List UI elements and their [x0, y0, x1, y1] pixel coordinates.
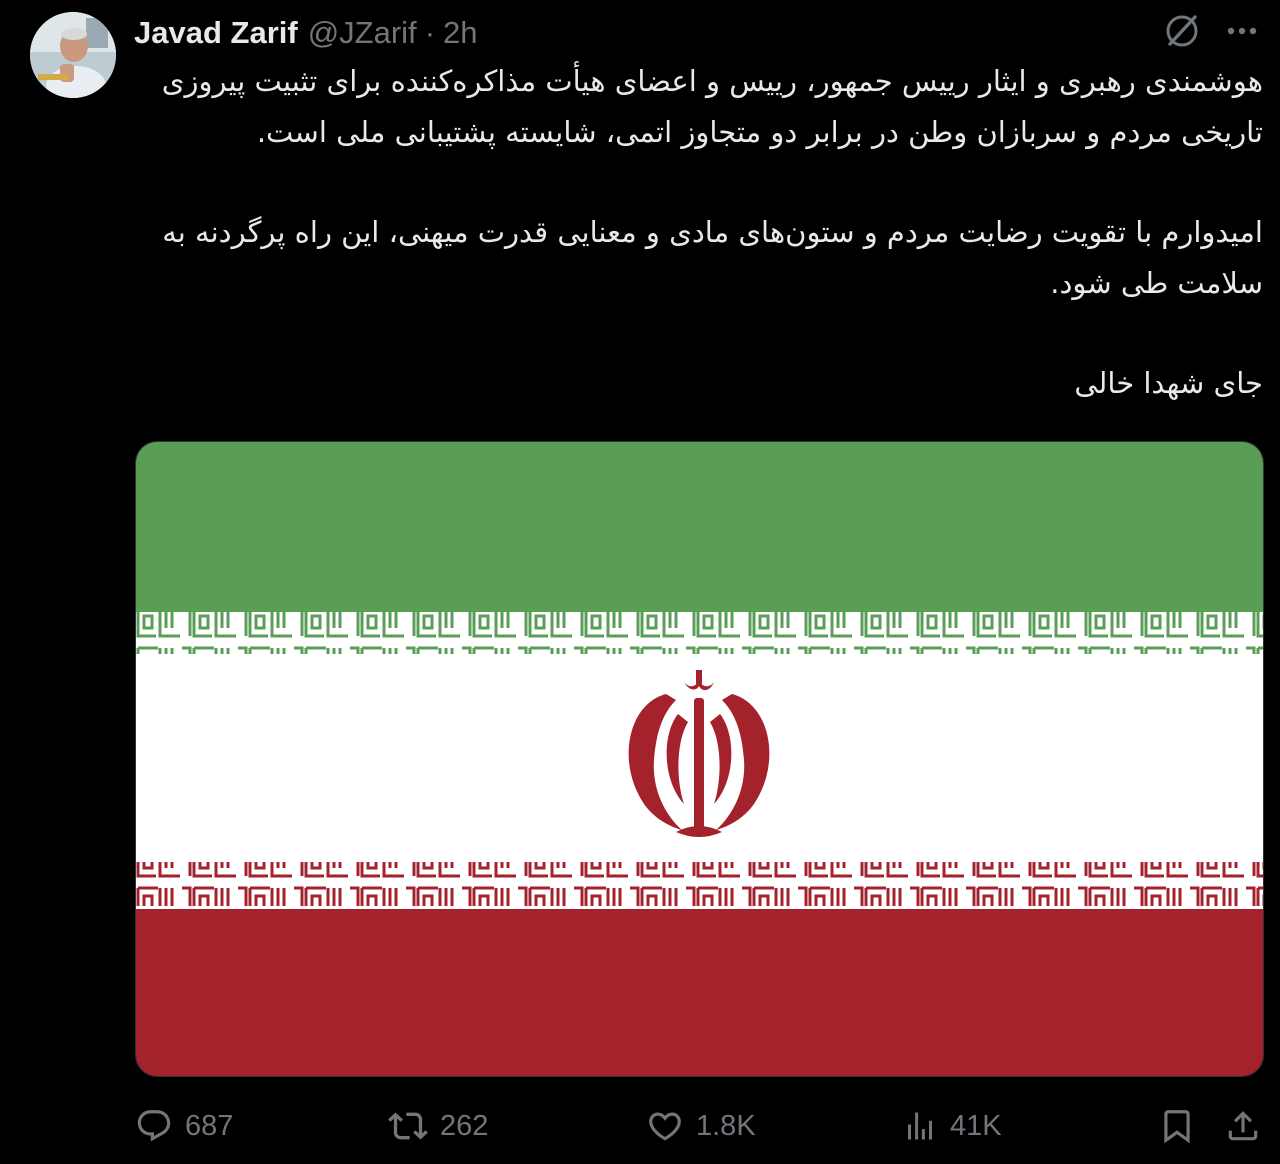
author-name[interactable]: Javad Zarif	[134, 15, 298, 51]
views-icon	[902, 1108, 938, 1144]
flag-red-band	[136, 909, 1263, 1076]
grok-icon[interactable]	[1162, 11, 1202, 55]
separator-dot: ·	[424, 15, 436, 50]
iran-flag-image	[136, 442, 1263, 1076]
reply-button[interactable]: 687	[135, 1100, 233, 1152]
tweet-paragraph-3: جای شهدا خالی	[1074, 366, 1263, 400]
avatar[interactable]	[30, 12, 116, 98]
views-count: 41K	[950, 1109, 1002, 1142]
reply-icon	[135, 1107, 173, 1145]
tweet-paragraph-2: امیدوارم با تقویت رضایت مردم و ستون‌های …	[162, 215, 1263, 300]
share-button[interactable]	[1224, 1100, 1262, 1152]
tweet-top-actions	[1162, 12, 1260, 54]
tweet-actions: 687 262 1.8K 41K	[0, 1100, 1280, 1152]
more-icon[interactable]	[1224, 13, 1260, 53]
flag-kufic-green	[136, 612, 1263, 654]
repost-count: 262	[440, 1109, 489, 1142]
repost-button[interactable]: 262	[388, 1100, 488, 1152]
tweet-header: Javad Zarif @JZarif · 2h	[134, 12, 478, 54]
timestamp[interactable]: 2h	[443, 15, 477, 51]
like-count: 1.8K	[696, 1109, 756, 1142]
flag-kufic-red	[136, 862, 1263, 906]
tweet[interactable]: Javad Zarif @JZarif · 2h هوشمندی رهبری و…	[0, 0, 1280, 1164]
tweet-text: هوشمندی رهبری و ایثار رییس جمهور، رییس و…	[134, 56, 1263, 409]
share-icon	[1224, 1107, 1262, 1145]
author-handle[interactable]: @JZarif	[308, 15, 417, 51]
views-button[interactable]: 41K	[902, 1100, 1002, 1152]
bookmark-icon	[1158, 1107, 1196, 1145]
avatar-image	[30, 12, 116, 98]
tweet-paragraph-1: هوشمندی رهبری و ایثار رییس جمهور، رییس و…	[161, 64, 1263, 149]
tweet-media-image[interactable]	[135, 441, 1264, 1077]
bookmark-button[interactable]	[1158, 1100, 1196, 1152]
flag-green-band	[136, 442, 1263, 612]
heart-icon	[646, 1107, 684, 1145]
repost-icon	[388, 1106, 428, 1146]
like-button[interactable]: 1.8K	[646, 1100, 756, 1152]
reply-count: 687	[185, 1109, 234, 1142]
